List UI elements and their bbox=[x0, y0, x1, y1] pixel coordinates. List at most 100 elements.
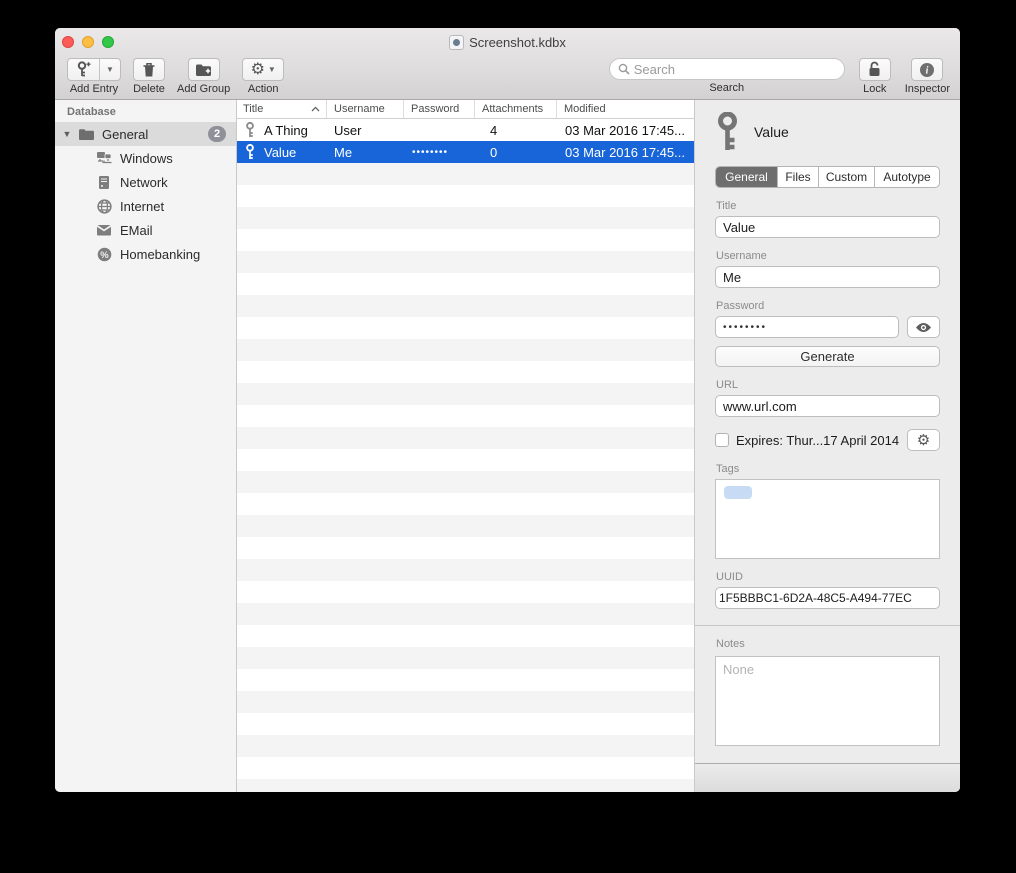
reveal-password-button[interactable] bbox=[907, 316, 940, 338]
cell-attachments: 0 bbox=[475, 145, 557, 160]
disclosure-triangle-icon[interactable]: ▼ bbox=[61, 129, 73, 139]
cell-title: Value bbox=[264, 145, 296, 160]
sidebar-group-label: Internet bbox=[120, 199, 164, 214]
sidebar-group-homebanking[interactable]: % Homebanking bbox=[55, 242, 236, 266]
table-header: Title Username Password Attachments Modi… bbox=[237, 100, 694, 119]
expires-settings-button[interactable]: ⚙ bbox=[907, 429, 940, 451]
uuid-field-label: UUID bbox=[716, 571, 940, 583]
envelope-icon bbox=[95, 222, 113, 238]
toolbar: ▼ Add Entry Delete Add Group ⚙ ▼ bbox=[55, 56, 960, 100]
inspector-button[interactable]: i bbox=[911, 58, 943, 81]
sidebar-group-label: EMail bbox=[120, 223, 153, 238]
info-icon: i bbox=[919, 62, 935, 78]
sidebar-group-internet[interactable]: Internet bbox=[55, 194, 236, 218]
uuid-field[interactable] bbox=[715, 587, 940, 609]
title-bar[interactable]: Screenshot.kdbx bbox=[55, 28, 960, 56]
entry-table: Title Username Password Attachments Modi… bbox=[237, 100, 695, 792]
percent-icon: % bbox=[95, 246, 113, 262]
expires-checkbox[interactable] bbox=[715, 433, 729, 447]
svg-text:%: % bbox=[100, 250, 109, 261]
tab-general[interactable]: General bbox=[716, 167, 778, 187]
table-row-a-thing[interactable]: A Thing User 4 03 Mar 2016 17:45... bbox=[237, 119, 694, 141]
lock-button[interactable] bbox=[859, 58, 891, 81]
sidebar-group-windows[interactable]: Windows bbox=[55, 146, 236, 170]
entry-count-badge: 2 bbox=[208, 126, 226, 142]
search-label: Search bbox=[709, 82, 744, 94]
group-sidebar: Database ▼ General 2 Windows Networ bbox=[55, 100, 237, 792]
delete-button[interactable] bbox=[133, 58, 165, 81]
unlock-icon bbox=[867, 61, 882, 78]
expires-label: Expires: Thur...17 April 2014 bbox=[736, 433, 900, 448]
expires-row: Expires: Thur...17 April 2014 ⚙ bbox=[715, 429, 940, 451]
folder-icon bbox=[77, 126, 95, 142]
password-field-label: Password bbox=[716, 300, 940, 312]
column-header-title[interactable]: Title bbox=[237, 100, 327, 118]
cell-attachments: 4 bbox=[475, 123, 557, 138]
action-label: Action bbox=[248, 83, 279, 95]
toolbar-inspector: i Inspector bbox=[905, 58, 950, 95]
add-entry-button[interactable]: ▼ bbox=[67, 58, 121, 81]
url-field[interactable] bbox=[715, 395, 940, 417]
cell-modified: 03 Mar 2016 17:45... bbox=[557, 123, 694, 138]
window-title: Screenshot.kdbx bbox=[469, 35, 566, 50]
sort-ascending-icon bbox=[311, 106, 320, 112]
cell-password: •••••••• bbox=[404, 147, 475, 158]
column-header-attachments[interactable]: Attachments bbox=[475, 100, 557, 118]
search-icon bbox=[618, 63, 630, 75]
toolbar-search: Search bbox=[609, 58, 845, 94]
tab-autotype[interactable]: Autotype bbox=[875, 167, 939, 187]
window-title-group: Screenshot.kdbx bbox=[55, 28, 960, 56]
tab-custom[interactable]: Custom bbox=[819, 167, 875, 187]
table-row-value-selected[interactable]: Value Me •••••••• 0 03 Mar 2016 17:45... bbox=[237, 141, 694, 163]
key-icon bbox=[715, 112, 740, 152]
sidebar-group-email[interactable]: EMail bbox=[55, 218, 236, 242]
sidebar-group-general[interactable]: ▼ General 2 bbox=[55, 122, 236, 146]
lock-label: Lock bbox=[863, 83, 886, 95]
main-content: Database ▼ General 2 Windows Networ bbox=[55, 100, 960, 792]
window-chrome: Screenshot.kdbx ▼ Add Entry Delete bbox=[55, 28, 960, 100]
generate-password-button[interactable]: Generate bbox=[715, 346, 940, 367]
key-plus-icon[interactable] bbox=[68, 59, 100, 80]
search-field[interactable] bbox=[609, 58, 845, 80]
column-header-password[interactable]: Password bbox=[404, 100, 475, 118]
action-button[interactable]: ⚙ ▼ bbox=[242, 58, 284, 81]
toolbar-action: ⚙ ▼ Action bbox=[242, 58, 284, 95]
column-header-username[interactable]: Username bbox=[327, 100, 404, 118]
add-entry-dropdown-arrow-icon[interactable]: ▼ bbox=[100, 59, 120, 80]
username-field[interactable] bbox=[715, 266, 940, 288]
tags-field[interactable] bbox=[715, 479, 940, 559]
notes-field[interactable] bbox=[715, 656, 940, 746]
title-field-label: Title bbox=[716, 200, 940, 212]
inspector-bottom-bar bbox=[695, 763, 960, 792]
url-field-label: URL bbox=[716, 379, 940, 391]
column-header-modified[interactable]: Modified bbox=[557, 100, 694, 118]
tab-files[interactable]: Files bbox=[778, 167, 819, 187]
title-field[interactable] bbox=[715, 216, 940, 238]
cell-username: Me bbox=[327, 145, 404, 160]
password-field[interactable] bbox=[715, 316, 899, 338]
cell-username: User bbox=[327, 123, 404, 138]
gear-icon: ⚙ bbox=[251, 62, 265, 78]
table-body: A Thing User 4 03 Mar 2016 17:45... Valu… bbox=[237, 119, 694, 792]
search-input[interactable] bbox=[634, 62, 836, 77]
globe-icon bbox=[95, 198, 113, 214]
tag-token[interactable] bbox=[724, 486, 752, 499]
sidebar-group-label: Windows bbox=[120, 151, 173, 166]
sidebar-group-label: Network bbox=[120, 175, 168, 190]
key-icon bbox=[245, 144, 255, 160]
trash-icon bbox=[142, 62, 156, 78]
document-proxy-icon[interactable] bbox=[449, 35, 464, 50]
inspector-label: Inspector bbox=[905, 83, 950, 95]
add-group-button[interactable] bbox=[188, 58, 220, 81]
svg-text:i: i bbox=[926, 65, 929, 76]
cell-title: A Thing bbox=[264, 123, 308, 138]
sidebar-section-header: Database bbox=[55, 100, 236, 122]
username-field-label: Username bbox=[716, 250, 940, 262]
entry-title: Value bbox=[754, 124, 789, 140]
notes-field-label: Notes bbox=[716, 638, 940, 650]
windows-network-icon bbox=[95, 150, 113, 166]
toolbar-add-entry: ▼ Add Entry bbox=[67, 58, 121, 95]
toolbar-lock: Lock bbox=[859, 58, 891, 95]
sidebar-group-network[interactable]: Network bbox=[55, 170, 236, 194]
toolbar-delete: Delete bbox=[133, 58, 165, 95]
